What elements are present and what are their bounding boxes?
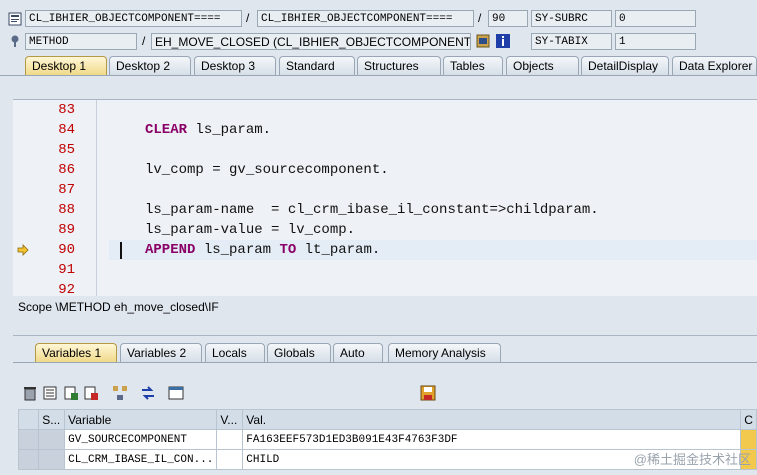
line-number: 87	[58, 182, 75, 198]
keyword: CLEAR	[145, 122, 188, 138]
transfer-icon[interactable]	[140, 385, 156, 401]
load-variables-icon[interactable]	[83, 385, 99, 401]
line-number: 90	[58, 242, 75, 258]
variables-tabbar: Variables 1 Variables 2 Locals Globals A…	[13, 343, 757, 363]
tab-objects[interactable]: Objects	[506, 56, 579, 75]
code-line: ls_param-name = cl_crm_ibase_il_constant…	[145, 200, 599, 220]
hierarchy-icon[interactable]	[112, 385, 128, 401]
grid-header-status[interactable]: S...	[38, 409, 66, 430]
line-number: 84	[58, 122, 75, 138]
delete-icon[interactable]	[22, 385, 38, 401]
detail-view-icon[interactable]	[168, 385, 184, 401]
line-number-field[interactable]: 90	[488, 10, 528, 27]
code-line-current: APPEND ls_param TO lt_param.	[145, 240, 380, 260]
tab-structures[interactable]: Structures	[357, 56, 441, 75]
grid-header-change[interactable]: C	[740, 409, 757, 430]
code-line: CLEAR ls_param.	[145, 120, 271, 140]
line-number: 91	[58, 262, 75, 278]
value-cell[interactable]: FA163EEF573D1ED3B091E43F4763F3DF	[242, 429, 742, 450]
tab-desktop-1[interactable]: Desktop 1	[25, 56, 107, 75]
program-icon	[8, 12, 22, 26]
code-text: ls_param-name = cl_crm_ibase_il_constant…	[145, 202, 599, 218]
grid-header-vtype[interactable]: V...	[216, 409, 244, 430]
method-icon	[11, 35, 19, 47]
tab-standard[interactable]: Standard	[279, 56, 355, 75]
sysvar-subrc-name[interactable]: SY-SUBRC	[531, 10, 612, 27]
save-variables-icon[interactable]	[63, 385, 79, 401]
sysvar-tabix-value[interactable]: 1	[615, 33, 696, 50]
tab-locals[interactable]: Locals	[205, 343, 265, 362]
include-field[interactable]: CL_IBHIER_OBJECTCOMPONENT====	[257, 10, 474, 27]
row-selector[interactable]	[17, 449, 40, 470]
program-field[interactable]: CL_IBHIER_OBJECTCOMPONENT====	[25, 10, 242, 27]
line-number: 83	[58, 102, 75, 118]
keyword: APPEND	[145, 242, 196, 258]
tab-memory-analysis[interactable]: Memory Analysis	[388, 343, 501, 362]
tab-desktop-3[interactable]: Desktop 3	[194, 56, 276, 75]
source-code-editor[interactable]: 83 84 85 86 87 88 89 90 91 92 CLEAR ls_p…	[13, 99, 757, 298]
code-line: lv_comp = gv_sourcecomponent.	[145, 160, 389, 180]
line-number: 92	[58, 282, 75, 298]
status-cell	[38, 429, 66, 450]
sysvar-tabix-name[interactable]: SY-TABIX	[531, 33, 612, 50]
tab-data-explorer[interactable]: Data Explorer	[672, 56, 757, 75]
text-cursor	[120, 242, 122, 259]
line-number: 86	[58, 162, 75, 178]
method-name-field[interactable]: EH_MOVE_CLOSED (CL_IBHIER_OBJECTCOMPONEN…	[151, 33, 471, 50]
display-source-icon[interactable]	[476, 34, 490, 48]
watermark: @稀土掘金技术社区	[633, 452, 751, 467]
code-text: ls_param-value = lv_comp.	[145, 222, 356, 238]
change-value-cell[interactable]	[740, 429, 757, 450]
row-selector[interactable]	[17, 429, 40, 450]
tab-variables-2[interactable]: Variables 2	[120, 343, 202, 362]
tab-globals[interactable]: Globals	[267, 343, 331, 362]
sysvar-subrc-value[interactable]: 0	[615, 10, 696, 27]
line-number: 88	[58, 202, 75, 218]
keyword: TO	[279, 242, 297, 258]
table-row[interactable]: GV_SOURCECOMPONENT FA163EEF573D1ED3B091E…	[17, 429, 757, 450]
variable-name-cell[interactable]: GV_SOURCECOMPONENT	[64, 429, 218, 450]
save-icon[interactable]	[420, 385, 436, 401]
line-number: 85	[58, 142, 75, 158]
status-cell	[38, 449, 66, 470]
code-line: ls_param-value = lv_comp.	[145, 220, 355, 240]
grid-select-column[interactable]	[17, 409, 40, 430]
tab-detaildisplay[interactable]: DetailDisplay	[581, 56, 669, 75]
tab-variables-1[interactable]: Variables 1	[35, 343, 117, 362]
vtype-cell	[216, 429, 244, 450]
tab-desktop-2[interactable]: Desktop 2	[109, 56, 191, 75]
grid-header-variable[interactable]: Variable	[64, 409, 218, 430]
info-icon[interactable]	[496, 34, 510, 48]
vtype-cell	[216, 449, 244, 470]
variable-name-cell[interactable]: CL_CRM_IBASE_IL_CON...	[64, 449, 218, 470]
code-text: lt_param.	[296, 242, 381, 258]
grid-header-value[interactable]: Val.	[242, 409, 742, 430]
tab-tables[interactable]: Tables	[443, 56, 503, 75]
line-number: 89	[58, 222, 75, 238]
delete-all-icon[interactable]	[42, 385, 58, 401]
separator: /	[478, 11, 482, 25]
separator: /	[142, 34, 146, 48]
desktop-tabbar: Desktop 1 Desktop 2 Desktop 3 Standard S…	[0, 56, 757, 76]
code-text: ls_param.	[187, 122, 272, 138]
tab-auto[interactable]: Auto	[333, 343, 383, 362]
code-text: ls_param	[195, 242, 280, 258]
code-text: lv_comp = gv_sourcecomponent.	[145, 162, 389, 178]
event-type-field[interactable]: METHOD	[25, 33, 137, 50]
current-statement-arrow-icon	[17, 244, 29, 256]
scope-label: Scope \METHOD eh_move_closed\IF	[18, 300, 219, 314]
separator: /	[246, 11, 250, 25]
